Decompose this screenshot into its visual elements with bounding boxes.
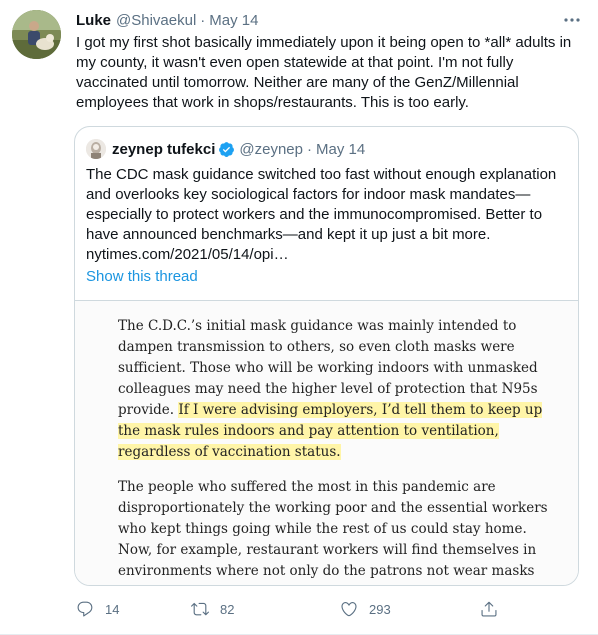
author-name[interactable]: Luke: [76, 12, 111, 29]
quoted-author-handle: @zeynep: [239, 140, 303, 158]
author-avatar[interactable]: [12, 10, 61, 59]
tweet-actions: 14 82 293: [76, 599, 506, 619]
quoted-tweet[interactable]: zeynep tufekci @zeynep · May 14 The CDC …: [74, 126, 579, 586]
quoted-tweet-text: The CDC mask guidance switched too fast …: [86, 166, 557, 263]
quoted-author-avatar: [86, 139, 106, 159]
retweet-button[interactable]: 82: [191, 599, 234, 619]
reply-button[interactable]: 14: [76, 599, 119, 619]
tweet[interactable]: Luke @Shivaekul · May 14 I got my first …: [0, 0, 598, 635]
like-icon: [341, 602, 357, 617]
author-handle[interactable]: @Shivaekul: [116, 12, 196, 29]
article-paragraph-2: The people who suffered the most in this…: [118, 479, 548, 585]
tweet-header: Luke @Shivaekul · May 14: [76, 10, 259, 30]
quoted-author-name: zeynep tufekci: [112, 140, 216, 158]
quoted-article-image[interactable]: The C.D.C.’s initial mask guidance was m…: [75, 300, 578, 585]
tweet-text: I got my first shot basically immediatel…: [76, 34, 572, 111]
article-highlighted-text: If I were advising employers, I’d tell t…: [118, 402, 543, 460]
quoted-tweet-header: zeynep tufekci @zeynep · May 14: [86, 139, 365, 159]
reply-icon: [77, 601, 93, 617]
reply-count: 14: [105, 601, 120, 617]
retweet-count: 82: [220, 601, 235, 617]
like-button[interactable]: 293: [340, 599, 391, 619]
separator-dot: ·: [200, 11, 206, 29]
show-thread-link[interactable]: Show this thread: [86, 268, 198, 285]
article-paragraph-1: The C.D.C.’s initial mask guidance was m…: [118, 316, 558, 463]
quoted-separator-dot: ·: [306, 140, 312, 158]
like-count: 293: [369, 601, 391, 617]
share-button[interactable]: [480, 599, 498, 619]
article-excerpt: The C.D.C.’s initial mask guidance was m…: [118, 316, 558, 585]
verified-badge-icon: [218, 141, 235, 158]
quoted-tweet-date: May 14: [315, 140, 366, 158]
retweet-icon: [191, 602, 209, 616]
more-icon[interactable]: [562, 10, 582, 30]
tweet-date[interactable]: May 14: [209, 12, 258, 29]
share-icon: [481, 601, 497, 617]
